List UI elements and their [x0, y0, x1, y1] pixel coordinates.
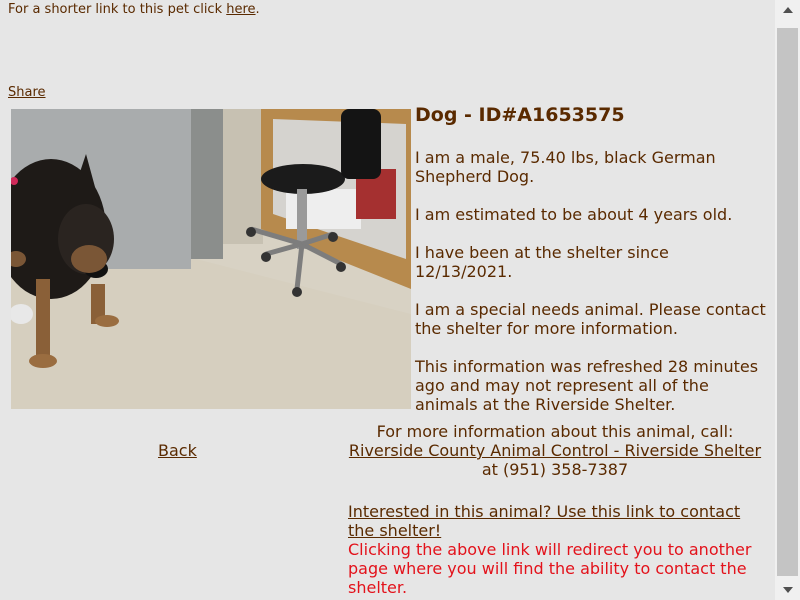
page-content: For a shorter link to this pet click her… — [0, 0, 775, 600]
pet-intake-date: I have been at the shelter since 12/13/2… — [415, 243, 669, 281]
short-link-suffix: . — [255, 2, 260, 17]
short-link-line: For a shorter link to this pet click her… — [8, 1, 260, 18]
pet-photo — [11, 109, 411, 409]
pet-refresh-note: This information was refreshed 28 minute… — [415, 357, 759, 414]
pet-title: Dog - ID#A1653575 — [415, 104, 625, 126]
contact-shelter-link[interactable]: Interested in this animal? Use this link… — [348, 502, 740, 540]
pet-special-needs: I am a special needs animal. Please cont… — [415, 300, 766, 338]
shelter-phone: at (951) 358-7387 — [481, 460, 629, 479]
contact-intro: For more information about this animal, … — [376, 422, 734, 441]
scroll-down-arrow-icon[interactable] — [775, 580, 800, 600]
short-link-text: For a shorter link to this pet click — [8, 2, 227, 17]
vertical-scrollbar[interactable] — [775, 0, 800, 600]
interest-section: Interested in this animal? Use this link… — [348, 502, 758, 597]
pet-age: I am estimated to be about 4 years old. — [415, 205, 733, 224]
pet-details: Dog - ID#A1653575 I am a male, 75.40 lbs… — [415, 102, 770, 414]
shelter-link[interactable]: Riverside County Animal Control - Rivers… — [349, 441, 761, 460]
short-link-here[interactable]: here — [226, 2, 255, 17]
scrollbar-thumb[interactable] — [777, 28, 798, 576]
contact-line: Riverside County Animal Control - Rivers… — [348, 441, 762, 479]
contact-info: For more information about this animal, … — [348, 422, 762, 479]
scroll-up-arrow-icon[interactable] — [775, 0, 800, 20]
back-link[interactable]: Back — [158, 441, 197, 460]
pet-description: I am a male, 75.40 lbs, black German She… — [415, 148, 716, 186]
redirect-note: Clicking the above link will redirect yo… — [348, 540, 752, 597]
share-link[interactable]: Share — [8, 84, 46, 101]
